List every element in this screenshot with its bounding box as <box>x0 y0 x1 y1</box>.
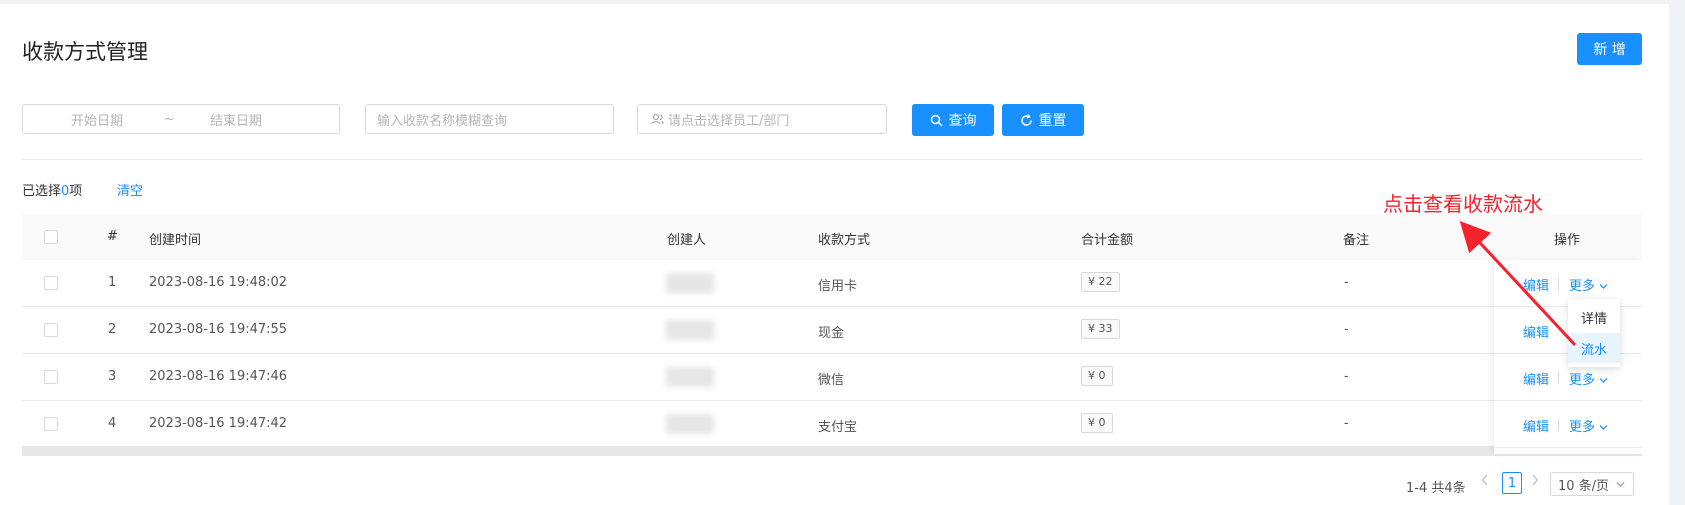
row-method: 现金 <box>818 326 845 341</box>
name-search-placeholder: 输入收款名称模糊查询 <box>377 113 508 129</box>
selection-summary: 已选择0项 <box>22 180 82 199</box>
more-dropdown-menu: 详情 流水 <box>1568 299 1620 367</box>
date-range-separator: ~ <box>164 111 175 127</box>
table-row: 4 2023-08-16 19:47:42 支付宝 ¥ 0 - <box>22 401 1642 448</box>
page-size-select[interactable]: 10 条/页 <box>1550 472 1634 496</box>
action-separator <box>1558 419 1559 431</box>
reset-button-label: 重置 <box>1038 113 1067 129</box>
redacted-creator <box>666 320 714 340</box>
row-created-at: 2023-08-16 19:48:02 <box>149 275 288 290</box>
pagination-prev[interactable] <box>1481 474 1489 490</box>
dropdown-item-detail[interactable]: 详情 <box>1568 302 1620 332</box>
table-header: # 创建时间 创建人 收款方式 合计金额 备注 操作 <box>22 214 1642 261</box>
chevron-left-icon <box>1481 474 1488 486</box>
content-card: 收款方式管理 新 增 开始日期 ~ 结束日期 输入收款名称模糊查询 请点击选择员… <box>0 4 1669 505</box>
refresh-icon <box>1020 113 1032 126</box>
row-method: 信用卡 <box>818 279 858 294</box>
more-label: 更多 <box>1569 373 1596 388</box>
row-checkbox[interactable] <box>44 276 58 290</box>
row-created-at: 2023-08-16 19:47:55 <box>149 322 288 337</box>
start-date-input[interactable]: 开始日期 <box>71 110 123 129</box>
more-link[interactable]: 更多 <box>1569 416 1608 435</box>
more-label: 更多 <box>1569 420 1596 435</box>
row-remark: - <box>1344 322 1349 337</box>
column-header-method: 收款方式 <box>818 233 871 248</box>
select-all-checkbox[interactable] <box>44 230 58 244</box>
row-created-at: 2023-08-16 19:47:42 <box>149 416 288 431</box>
column-header-remark: 备注 <box>1343 233 1370 248</box>
row-index: 1 <box>108 275 117 290</box>
clear-selection-link[interactable]: 清空 <box>117 180 143 199</box>
chevron-down-icon <box>1599 425 1608 430</box>
page-size-value: 10 条/页 <box>1558 478 1610 494</box>
row-index: 2 <box>108 322 117 337</box>
column-header-amount: 合计金额 <box>1081 233 1134 248</box>
query-button[interactable]: 查询 <box>912 104 994 136</box>
column-header-created-at: 创建时间 <box>149 233 202 248</box>
add-button[interactable]: 新 增 <box>1577 33 1642 65</box>
row-remark: - <box>1344 275 1349 290</box>
end-date-input[interactable]: 结束日期 <box>210 110 262 129</box>
staff-select-input[interactable]: 请点击选择员工/部门 <box>637 104 887 134</box>
row-checkbox[interactable] <box>44 323 58 337</box>
edit-link[interactable]: 编辑 <box>1523 416 1549 435</box>
chevron-down-icon <box>1599 284 1608 289</box>
row-remark: - <box>1344 369 1349 384</box>
column-header-index: # <box>107 229 118 244</box>
row-method: 微信 <box>818 373 845 388</box>
query-button-label: 查询 <box>948 113 977 129</box>
redacted-creator <box>666 414 714 434</box>
page-title: 收款方式管理 <box>22 40 148 64</box>
row-amount-tag: ¥ 0 <box>1081 366 1113 386</box>
more-link[interactable]: 更多 <box>1569 369 1608 388</box>
horizontal-scrollbar[interactable] <box>22 446 1642 456</box>
selection-prefix: 已选择 <box>22 184 62 199</box>
row-amount-tag: ¥ 33 <box>1081 319 1120 339</box>
edit-link[interactable]: 编辑 <box>1523 369 1549 388</box>
name-search-input[interactable]: 输入收款名称模糊查询 <box>365 104 614 134</box>
row-index: 4 <box>108 416 117 431</box>
row-created-at: 2023-08-16 19:47:46 <box>149 369 288 384</box>
pagination-next[interactable] <box>1531 474 1539 490</box>
row-checkbox[interactable] <box>44 370 58 384</box>
edit-link[interactable]: 编辑 <box>1523 275 1549 294</box>
staff-select-placeholder: 请点击选择员工/部门 <box>668 113 790 129</box>
user-group-icon <box>651 113 664 124</box>
table-row: 1 2023-08-16 19:48:02 信用卡 ¥ 22 - <box>22 260 1642 307</box>
row-amount-tag: ¥ 0 <box>1081 413 1113 433</box>
table-row: 2 2023-08-16 19:47:55 现金 ¥ 33 - <box>22 307 1642 354</box>
more-link[interactable]: 更多 <box>1569 275 1608 294</box>
row-method: 支付宝 <box>818 420 858 435</box>
dropdown-item-flow[interactable]: 流水 <box>1568 333 1620 363</box>
search-icon <box>930 114 943 127</box>
edit-link[interactable]: 编辑 <box>1523 322 1549 341</box>
chevron-right-icon <box>1532 474 1539 486</box>
selection-suffix: 项 <box>69 184 83 199</box>
table-row: 3 2023-08-16 19:47:46 微信 ¥ 0 - <box>22 354 1642 401</box>
date-range-picker[interactable]: 开始日期 ~ 结束日期 <box>22 104 340 134</box>
row-checkbox[interactable] <box>44 417 58 431</box>
row-remark: - <box>1344 416 1349 431</box>
action-separator <box>1558 278 1559 290</box>
reset-button[interactable]: 重置 <box>1002 104 1084 136</box>
more-label: 更多 <box>1569 279 1596 294</box>
row-index: 3 <box>108 369 117 384</box>
filter-divider <box>22 159 1642 160</box>
chevron-down-icon <box>1599 378 1608 383</box>
pagination-total: 1-4 共4条 <box>1406 481 1466 496</box>
chevron-down-icon <box>1616 481 1625 487</box>
pagination-current-page[interactable]: 1 <box>1502 472 1522 494</box>
column-header-creator: 创建人 <box>667 233 707 248</box>
column-header-actions: 操作 <box>1554 233 1581 248</box>
annotation-text: 点击查看收款流水 <box>1383 192 1543 216</box>
row-amount-tag: ¥ 22 <box>1081 272 1120 292</box>
redacted-creator <box>666 273 714 293</box>
action-separator <box>1558 372 1559 384</box>
actions-cell: 编辑 更多 <box>1494 401 1642 448</box>
redacted-creator <box>666 367 714 387</box>
